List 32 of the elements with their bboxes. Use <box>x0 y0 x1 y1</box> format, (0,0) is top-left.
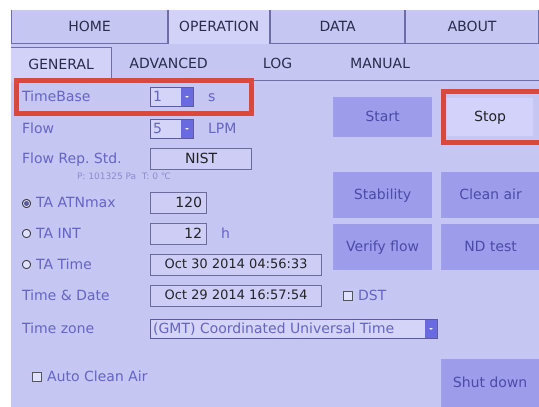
tab[interactable]: MANUAL <box>330 47 430 81</box>
input-field[interactable]: 12 <box>150 222 207 244</box>
checkbox[interactable] <box>343 290 353 300</box>
input-field[interactable]: Oct 30 2014 04:56:33 <box>150 254 322 276</box>
setting-label: TA INT <box>36 226 81 242</box>
tab[interactable]: GENERAL <box>11 47 112 81</box>
setting-label: TA ATNmax <box>36 195 116 211</box>
setting-label: Flow Rep. Std. <box>22 150 122 166</box>
setting-label: Flow <box>22 121 54 137</box>
tab[interactable]: OPERATION <box>168 10 270 44</box>
checkbox-label: Auto Clean Air <box>47 369 148 385</box>
setting-label: Time & Date <box>22 288 110 304</box>
setting-label: TA Time <box>36 256 92 272</box>
radio-button[interactable] <box>22 198 31 208</box>
unit-label: LPM <box>208 121 236 137</box>
tab[interactable]: DATA <box>270 10 405 44</box>
radio-button[interactable] <box>22 229 31 238</box>
tab[interactable]: ABOUT <box>405 10 539 44</box>
input-field[interactable]: Oct 29 2014 16:57:54 <box>150 284 322 306</box>
action-button[interactable]: Stop <box>447 98 533 136</box>
input-field[interactable]: NIST <box>150 148 252 170</box>
checkbox-label: DST <box>358 288 386 304</box>
input-field[interactable]: 120 <box>150 192 207 214</box>
setting-label: TimeBase <box>22 89 90 105</box>
tab[interactable]: LOG <box>225 47 330 81</box>
setting-label: Time zone <box>22 321 94 337</box>
unit-label: h <box>221 226 230 242</box>
pressure-temperature-note: P: 101325 Pa T: 0 ℃ <box>76 172 172 182</box>
tab[interactable]: ADVANCED <box>112 47 225 81</box>
unit-label: s <box>208 89 216 105</box>
radio-button[interactable] <box>22 260 31 269</box>
checkbox[interactable] <box>32 372 42 382</box>
